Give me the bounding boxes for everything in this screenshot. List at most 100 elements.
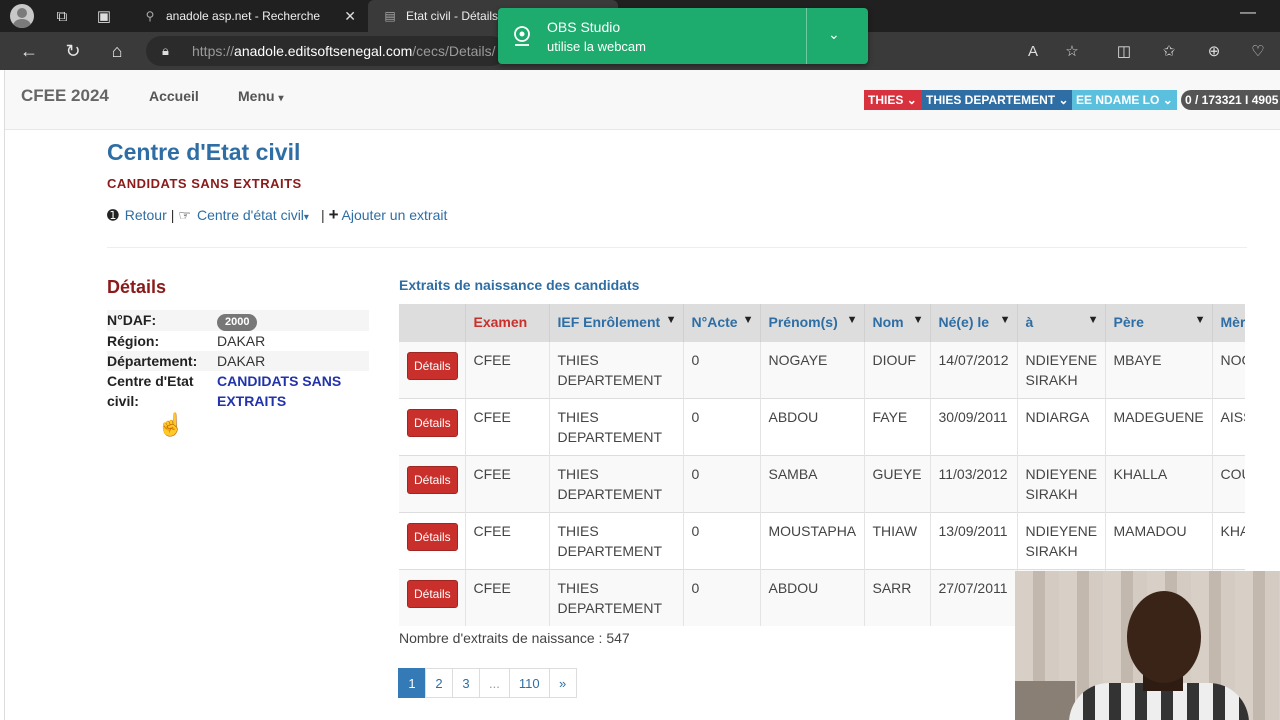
back-arrow-icon[interactable]: ←	[12, 32, 46, 70]
obs-webcam-notification[interactable]: OBS Studio utilise la webcam ⌄	[498, 8, 868, 64]
filter-icon[interactable]: ▼	[1195, 314, 1206, 326]
url-field[interactable]: 🔒︎ https://anadole.editsoftsenegal.com/c…	[146, 36, 506, 66]
page-button[interactable]: 110	[508, 668, 550, 698]
caret-down-icon: ▾	[303, 212, 309, 223]
filter-icon[interactable]: ▼	[666, 314, 677, 326]
column-header-mere[interactable]: Mère	[1212, 304, 1245, 341]
detail-value: DAKAR	[217, 353, 266, 369]
details-button[interactable]: Détails	[407, 351, 458, 380]
table-cell: Détails	[399, 340, 466, 398]
table-cell-prenom: MOUSTAPHA	[760, 511, 865, 569]
region-select[interactable]: THIES ⌄	[864, 90, 922, 110]
column-header-a[interactable]: à ▼	[1017, 304, 1106, 341]
tab-actions-icon[interactable]: ▣	[86, 0, 122, 32]
close-tab-icon[interactable]: ✕	[344, 8, 356, 25]
split-screen-icon[interactable]: ◫	[1108, 32, 1140, 70]
table-cell-acte: 0	[683, 511, 761, 569]
departement-select[interactable]: THIES DEPARTEMENT ⌄	[922, 90, 1072, 110]
favorite-star-icon[interactable]: ☆	[1056, 32, 1088, 70]
column-header-ne-le[interactable]: Né(e) le ▼	[930, 304, 1018, 341]
page-button[interactable]: 3	[452, 668, 480, 698]
separator: |	[320, 207, 325, 223]
notification-divider	[806, 8, 807, 64]
collections-icon[interactable]: ⊕	[1198, 32, 1230, 70]
chevron-down-icon: ⌄	[1058, 93, 1069, 107]
details-table: N°DAF: 2000 Région: DAKAR Département: D…	[107, 310, 369, 411]
add-extrait-link[interactable]: Ajouter un extrait	[342, 207, 448, 223]
performance-icon[interactable]: ♡	[1242, 32, 1274, 70]
details-button[interactable]: Détails	[407, 408, 458, 437]
detail-row: Centre d'Etat civil: CANDIDATS SANS EXTR…	[107, 371, 369, 411]
table-row: Détails CFEE THIES DEPARTEMENT 0 ABDOU FAYE 30…	[399, 397, 1245, 455]
detail-value: CANDIDATS SANS EXTRAITS	[217, 371, 369, 411]
column-header-prenom[interactable]: Prénom(s) ▼	[760, 304, 865, 341]
column-header-pere[interactable]: Père ▼	[1105, 304, 1213, 341]
workspaces-icon[interactable]: ⧉	[44, 0, 80, 32]
filter-icon[interactable]: ▼	[1000, 314, 1011, 326]
home-icon[interactable]: ⌂	[100, 32, 134, 70]
table-cell-a: NDIEYENE SIRAKH	[1017, 454, 1106, 512]
detail-label: N°DAF:	[107, 312, 157, 328]
filter-icon[interactable]: ▼	[743, 314, 754, 326]
table-cell-a: NDIEYENE SIRAKH	[1017, 511, 1106, 569]
nav-menu-dropdown[interactable]: Menu ▾	[238, 88, 283, 104]
column-header-acte[interactable]: N°Acte ▼	[683, 304, 761, 341]
centre-link[interactable]: CANDIDATS SANS EXTRAITS	[217, 373, 341, 409]
detail-row: Région: DAKAR	[107, 331, 369, 351]
column-header-ief[interactable]: IEF Enrôlement ▼	[549, 304, 684, 341]
table-cell-pere: MAMADOU	[1105, 511, 1213, 569]
read-aloud-icon[interactable]: A	[1017, 32, 1049, 70]
favorites-icon[interactable]: ✩	[1153, 32, 1185, 70]
profile-avatar[interactable]	[10, 4, 34, 28]
column-header-examen[interactable]: Examen	[465, 304, 550, 341]
hand-pointing-icon: ☞	[178, 206, 191, 223]
notification-title: OBS Studio	[547, 19, 621, 35]
column-label: à	[1025, 314, 1034, 331]
table-cell-nom: FAYE	[864, 397, 931, 455]
notification-message: utilise la webcam	[547, 39, 646, 54]
details-button[interactable]: Détails	[407, 579, 458, 608]
site-navbar: CFEE 2024 Accueil Menu ▾ THIES ⌄ THIES D…	[5, 70, 1280, 130]
tab-title: Etat civil - Détails	[406, 9, 499, 23]
detail-label: Département:	[107, 353, 198, 369]
detail-row: N°DAF: 2000	[107, 310, 369, 331]
column-label: N°Acte	[691, 314, 738, 331]
table-cell-mere: AISS	[1212, 397, 1245, 455]
filter-icon[interactable]: ▼	[847, 314, 858, 326]
page-button[interactable]: 2	[425, 668, 453, 698]
table-cell-acte: 0	[683, 397, 761, 455]
tab-search[interactable]: ⚲ anadole asp.net - Recherche ✕	[128, 0, 368, 32]
table-cell-acte: 0	[683, 340, 761, 398]
column-label: Mère	[1220, 314, 1246, 331]
page-button[interactable]: 1	[398, 668, 426, 698]
filter-icon[interactable]: ▼	[1088, 314, 1099, 326]
back-link[interactable]: Retour	[125, 207, 167, 223]
table-cell-ief: THIES DEPARTEMENT	[549, 454, 684, 512]
nav-home-link[interactable]: Accueil	[149, 88, 199, 104]
separator: |	[170, 207, 175, 223]
webcam-sofa	[1015, 681, 1075, 720]
webcam-overlay	[1015, 571, 1280, 720]
table-cell-examen: CFEE	[465, 454, 550, 512]
minimize-window-icon[interactable]: —	[1240, 4, 1256, 22]
table-cell-nom: THIAW	[864, 511, 931, 569]
next-page-button[interactable]: »	[548, 668, 577, 698]
column-header-nom[interactable]: Nom ▼	[864, 304, 931, 341]
circle-arrow-left-icon: ➊	[107, 206, 119, 223]
divider	[107, 247, 1247, 248]
details-button[interactable]: Détails	[407, 465, 458, 494]
details-button[interactable]: Détails	[407, 522, 458, 551]
table-cell-ief: THIES DEPARTEMENT	[549, 340, 684, 398]
centre-select[interactable]: EE NDAME LO ⌄	[1072, 90, 1177, 110]
filter-icon[interactable]: ▼	[913, 314, 924, 326]
table-cell-a: NDIEYENE SIRAKH	[1017, 340, 1106, 398]
chevron-down-icon[interactable]: ⌄	[828, 26, 840, 43]
table-row: Détails CFEE THIES DEPARTEMENT 0 MOUSTAPHA TH…	[399, 511, 1245, 569]
column-label: Né(e) le	[938, 314, 990, 331]
centre-dropdown-link[interactable]: Centre d'état civil▾	[197, 207, 309, 223]
brand-logo[interactable]: CFEE 2024	[21, 86, 109, 106]
table-cell-prenom: NOGAYE	[760, 340, 865, 398]
table-cell-ief: THIES DEPARTEMENT	[549, 568, 684, 626]
table-cell-prenom: ABDOU	[760, 568, 865, 626]
refresh-icon[interactable]: ↻	[56, 32, 90, 70]
